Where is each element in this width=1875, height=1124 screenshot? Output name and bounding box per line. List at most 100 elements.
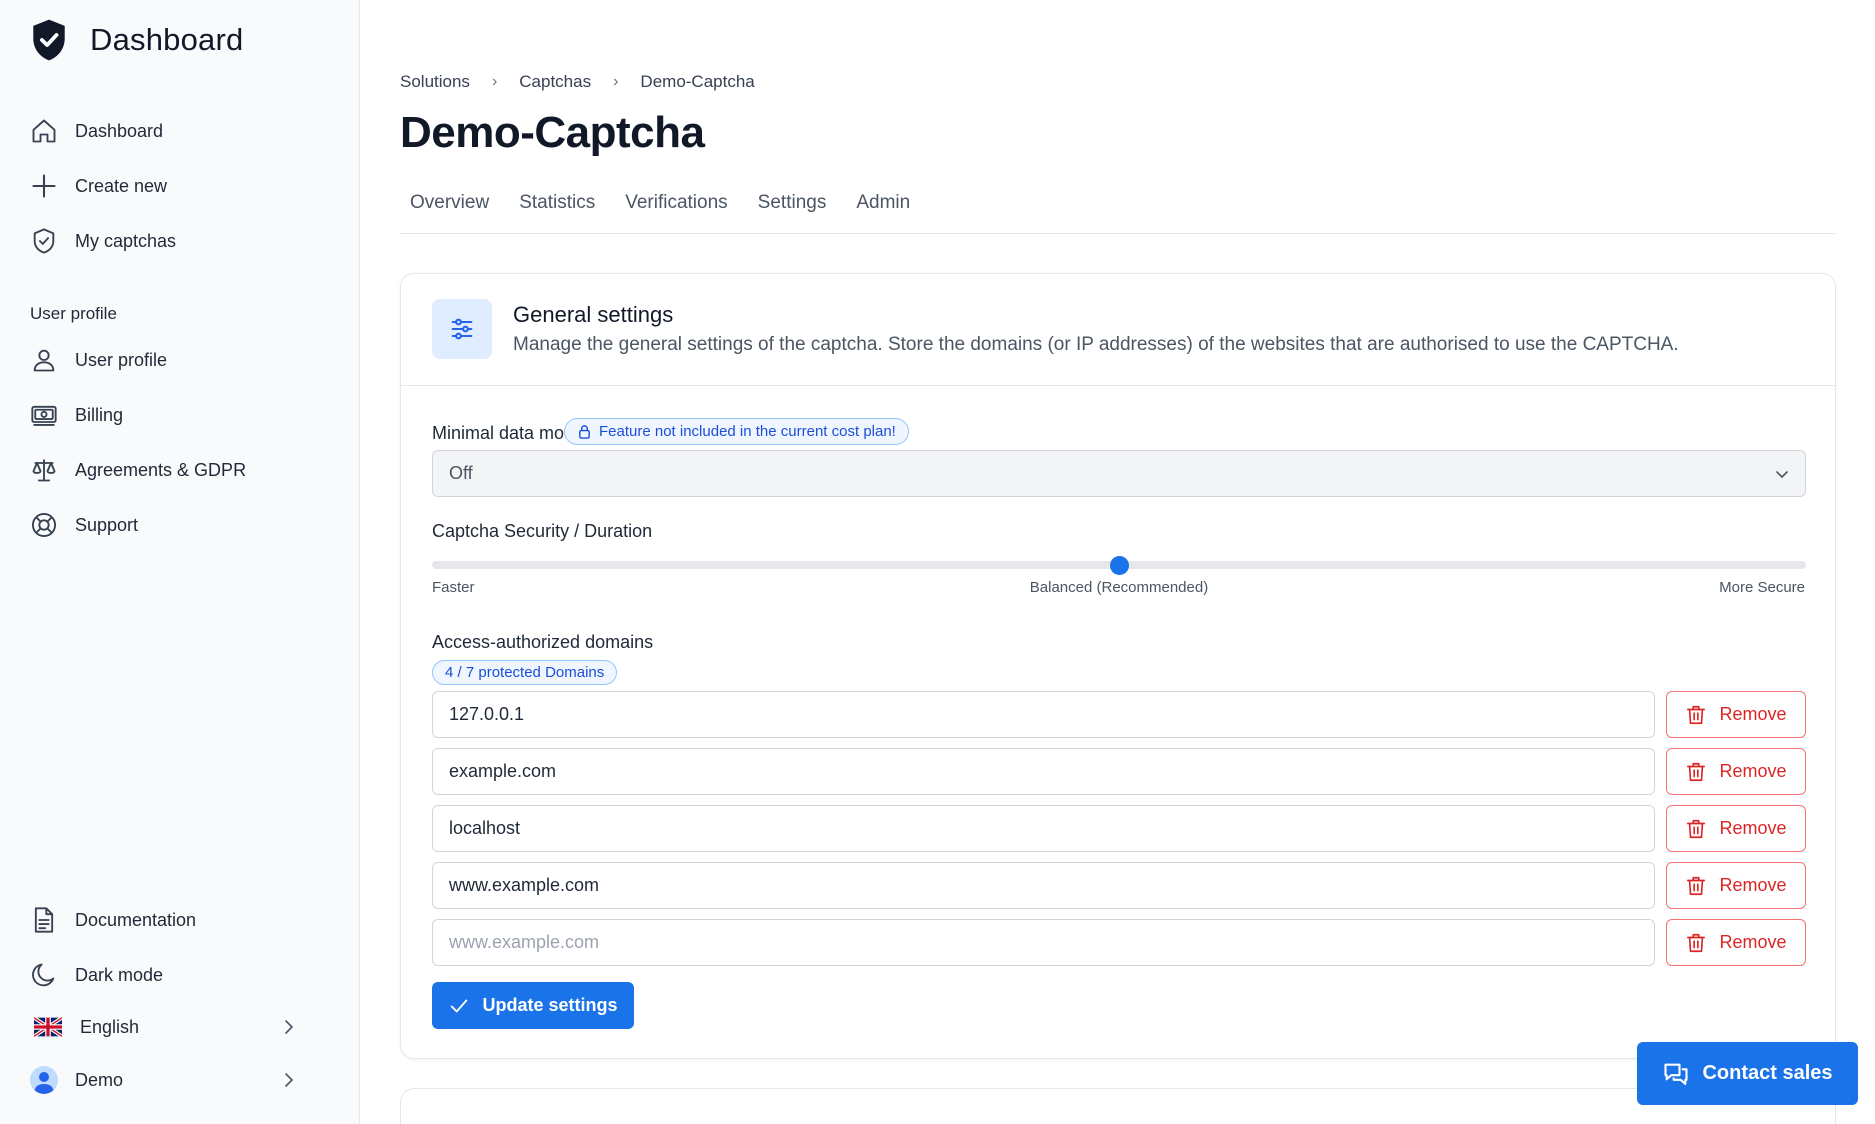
- remove-label: Remove: [1719, 875, 1787, 895]
- domain-value: example.com: [449, 761, 557, 781]
- trash-icon: [1687, 933, 1706, 952]
- feature-locked-badge: Feature not included in the current cost…: [564, 418, 909, 445]
- card-description: Manage the general settings of the captc…: [513, 334, 1679, 355]
- sidebar-item-label: Dark mode: [75, 964, 164, 985]
- uk-flag-icon: [30, 1013, 66, 1041]
- trash-icon: [1687, 705, 1706, 724]
- sidebar-item-label: User profile: [75, 349, 168, 370]
- sidebar-item-billing[interactable]: Billing: [30, 401, 123, 429]
- sidebar-item-label: Dashboard: [75, 120, 164, 141]
- feature-badge-text: Feature not included in the current cost…: [599, 423, 896, 440]
- moon-icon: [30, 961, 58, 989]
- trash-icon: [1687, 762, 1706, 781]
- banknote-icon: [30, 401, 58, 429]
- domain-input[interactable]: 127.0.0.1: [432, 691, 1655, 738]
- next-settings-card: [400, 1088, 1836, 1124]
- domains-label: Access-authorized domains: [432, 632, 654, 652]
- trash-icon: [1687, 876, 1706, 895]
- remove-domain-button[interactable]: Remove: [1666, 691, 1806, 738]
- breadcrumb-item-captchas[interactable]: Captchas: [519, 72, 591, 92]
- avatar: [30, 1066, 58, 1094]
- sidebar-item-my-captchas[interactable]: My captchas: [30, 227, 176, 255]
- remove-domain-button[interactable]: Remove: [1666, 748, 1806, 795]
- tab-statistics[interactable]: Statistics: [509, 192, 605, 233]
- select-value: Off: [449, 463, 473, 483]
- sidebar-item-documentation[interactable]: Documentation: [30, 906, 196, 934]
- domain-input[interactable]: localhost: [432, 805, 1655, 852]
- tab-admin[interactable]: Admin: [846, 192, 920, 233]
- sidebar-item-label: Support: [75, 514, 139, 535]
- domain-value: www.example.com: [449, 875, 600, 895]
- contact-sales-label: Contact sales: [1702, 1062, 1833, 1084]
- update-settings-button[interactable]: Update settings: [432, 982, 634, 1029]
- breadcrumb: Solutions › Captchas › Demo-Captcha: [400, 72, 755, 92]
- user-menu[interactable]: Demo: [30, 1066, 330, 1094]
- scale-icon: [30, 456, 58, 484]
- minimal-data-select[interactable]: Off: [432, 450, 1806, 497]
- chevron-right-icon: ›: [491, 73, 498, 90]
- sidebar-item-label: Documentation: [75, 909, 197, 930]
- domains-count-text: 4 / 7 protected Domains: [445, 664, 605, 681]
- sliders-icon: [432, 299, 492, 359]
- main-content: Solutions › Captchas › Demo-Captcha Demo…: [360, 0, 1875, 1124]
- language-selector[interactable]: English: [30, 1013, 330, 1041]
- card-title: General settings: [513, 302, 674, 327]
- chevron-down-icon: [1776, 471, 1788, 479]
- tab-settings[interactable]: Settings: [748, 192, 837, 233]
- remove-domain-button[interactable]: Remove: [1666, 862, 1806, 909]
- sidebar-item-dashboard[interactable]: Dashboard: [30, 117, 163, 145]
- chevron-right-icon: [285, 1020, 294, 1034]
- remove-label: Remove: [1719, 761, 1787, 781]
- breadcrumb-item-solutions[interactable]: Solutions: [400, 72, 470, 92]
- domain-input[interactable]: www.example.com: [432, 862, 1655, 909]
- chat-icon: [1664, 1063, 1689, 1085]
- domain-value: localhost: [449, 818, 521, 838]
- slider-label-balanced: Balanced (Recommended): [1029, 579, 1209, 596]
- remove-domain-button[interactable]: Remove: [1666, 919, 1806, 966]
- user-name: Demo: [75, 1069, 124, 1090]
- shield-check-icon: [30, 227, 58, 255]
- slider-label-faster: Faster: [432, 579, 475, 596]
- breadcrumb-item-current: Demo-Captcha: [640, 72, 755, 91]
- remove-label: Remove: [1719, 818, 1787, 838]
- sidebar-item-support[interactable]: Support: [30, 511, 138, 539]
- tab-overview[interactable]: Overview: [400, 192, 499, 233]
- security-slider-thumb[interactable]: [1109, 556, 1129, 575]
- security-duration-label: Captcha Security / Duration: [432, 521, 653, 541]
- brand-title: Dashboard: [90, 22, 244, 57]
- chevron-right-icon: [285, 1073, 294, 1087]
- chevron-right-icon: ›: [613, 73, 619, 90]
- remove-label: Remove: [1719, 932, 1787, 952]
- language-label: English: [80, 1016, 140, 1037]
- sidebar-item-user-profile[interactable]: User profile: [30, 346, 167, 374]
- remove-label: Remove: [1719, 704, 1787, 724]
- sidebar-item-label: Billing: [75, 404, 124, 425]
- sidebar-item-label: My captchas: [75, 230, 177, 251]
- sidebar-item-label: Agreements & GDPR: [75, 459, 247, 480]
- remove-domain-button[interactable]: Remove: [1666, 805, 1806, 852]
- dark-mode-toggle[interactable]: Dark mode: [30, 961, 163, 989]
- domain-input[interactable]: example.com: [432, 748, 1655, 795]
- sidebar: Dashboard Dashboard Create new My captch…: [0, 0, 360, 1124]
- section-label-user-profile: User profile: [30, 304, 117, 323]
- trash-icon: [1687, 819, 1706, 838]
- tab-bar: Overview Statistics Verifications Settin…: [400, 192, 1836, 234]
- shield-check-icon: [33, 19, 65, 61]
- domains-count-badge: 4 / 7 protected Domains: [432, 660, 618, 685]
- sidebar-item-label: Create new: [75, 175, 168, 196]
- tab-verifications[interactable]: Verifications: [615, 192, 737, 233]
- general-settings-card: General settings Manage the general sett…: [400, 273, 1836, 1059]
- brand[interactable]: Dashboard: [30, 18, 243, 62]
- page-title: Demo-Captcha: [400, 108, 705, 157]
- sidebar-item-agreements-gdpr[interactable]: Agreements & GDPR: [30, 456, 246, 484]
- plus-icon: [30, 172, 58, 200]
- sidebar-item-create-new[interactable]: Create new: [30, 172, 167, 200]
- user-icon: [30, 346, 58, 374]
- card-header: General settings Manage the general sett…: [401, 274, 1835, 386]
- minimal-data-label: Minimal data mode: [432, 423, 585, 443]
- update-label: Update settings: [482, 995, 618, 1015]
- slider-label-more-secure: More Secure: [1719, 579, 1805, 596]
- home-icon: [30, 117, 58, 145]
- contact-sales-button[interactable]: Contact sales: [1637, 1042, 1858, 1105]
- new-domain-input[interactable]: www.example.com: [432, 919, 1655, 966]
